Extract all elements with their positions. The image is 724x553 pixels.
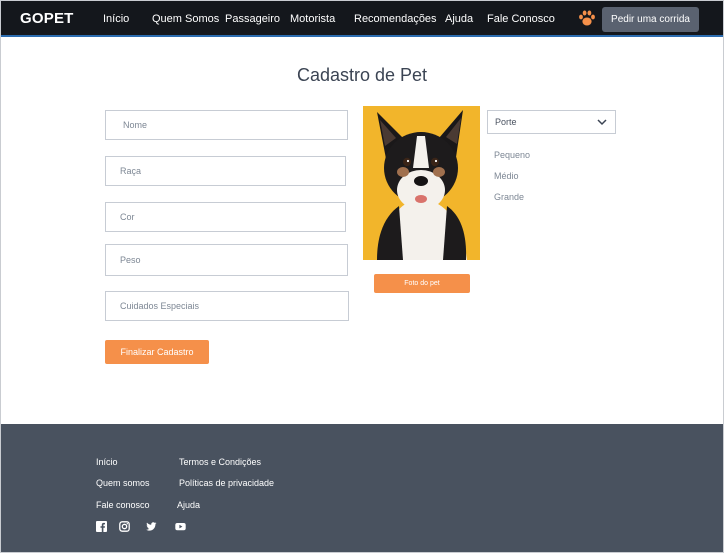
top-navbar: GOPET Início Quem Somos Passageiro Motor… — [1, 1, 723, 37]
twitter-icon[interactable] — [146, 521, 157, 532]
footer-link-quem-somos[interactable]: Quem somos — [96, 478, 150, 488]
nav-ajuda[interactable]: Ajuda — [445, 13, 473, 25]
footer-link-ajuda[interactable]: Ajuda — [177, 500, 200, 510]
nav-quem-somos[interactable]: Quem Somos — [152, 13, 219, 25]
color-placeholder: Cor — [120, 212, 135, 222]
name-placeholder: Nome — [123, 120, 148, 130]
page-title: Cadastro de Pet — [296, 65, 428, 85]
breed-field[interactable]: Raça — [105, 156, 346, 186]
youtube-icon[interactable] — [175, 521, 186, 532]
nav-recomendacoes[interactable]: Recomendações — [354, 13, 437, 25]
size-option-large[interactable]: Grande — [494, 192, 524, 202]
size-select[interactable]: Porte — [487, 110, 616, 134]
footer-link-privacidade[interactable]: Políticas de privacidade — [179, 478, 274, 488]
weight-field[interactable]: Peso — [105, 244, 348, 276]
size-option-small[interactable]: Pequeno — [494, 150, 530, 160]
breed-placeholder: Raça — [120, 166, 142, 176]
paw-icon — [579, 10, 595, 26]
pet-photo-button[interactable]: Foto do pet — [374, 274, 470, 293]
brand-logo[interactable]: GOPET — [20, 10, 74, 27]
name-field[interactable]: Nome — [105, 110, 348, 140]
finish-registration-button[interactable]: Finalizar Cadastro — [105, 340, 209, 364]
footer-link-fale-conosco[interactable]: Fale conosco — [96, 500, 150, 510]
size-option-medium[interactable]: Médio — [494, 171, 519, 181]
nav-motorista[interactable]: Motorista — [290, 13, 335, 25]
facebook-icon[interactable] — [96, 521, 107, 532]
dog-illustration — [363, 106, 480, 260]
chevron-down-icon — [597, 119, 607, 126]
page: GOPET Início Quem Somos Passageiro Motor… — [0, 0, 724, 553]
request-ride-button[interactable]: Pedir uma corrida — [602, 7, 699, 32]
pet-photo — [363, 106, 480, 260]
footer-link-termos[interactable]: Termos e Condições — [179, 457, 261, 467]
special-care-placeholder: Cuidados Especiais — [120, 301, 200, 311]
color-field[interactable]: Cor — [105, 202, 346, 232]
nav-fale-conosco[interactable]: Fale Conosco — [487, 13, 555, 25]
weight-placeholder: Peso — [120, 255, 141, 265]
special-care-field[interactable]: Cuidados Especiais — [105, 291, 349, 321]
nav-passageiro[interactable]: Passageiro — [225, 13, 280, 25]
size-select-value: Porte — [495, 117, 517, 127]
instagram-icon[interactable] — [119, 521, 130, 532]
footer — [1, 424, 723, 552]
footer-link-inicio[interactable]: Início — [96, 457, 118, 467]
nav-inicio[interactable]: Início — [103, 13, 129, 25]
